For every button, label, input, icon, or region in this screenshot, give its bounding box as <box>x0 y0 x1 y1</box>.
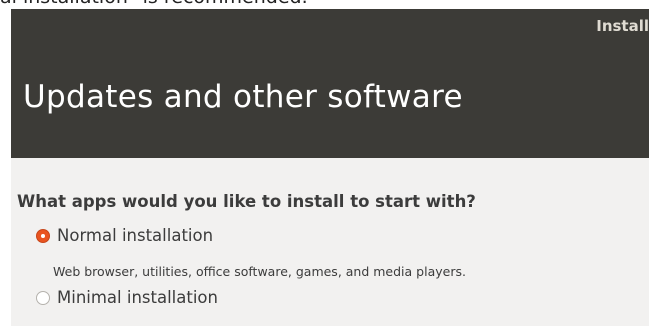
minimal-installation-option[interactable]: Minimal installation <box>36 288 218 307</box>
content-area: What apps would you like to install to s… <box>11 158 649 326</box>
window-title: Install <box>596 17 649 35</box>
minimal-installation-label[interactable]: Minimal installation <box>57 288 218 307</box>
page: al installation" is recommended. Install… <box>0 0 649 326</box>
installer-window: Install Updates and other software What … <box>11 9 649 326</box>
normal-installation-description: Web browser, utilities, office software,… <box>53 264 466 279</box>
apps-question-heading: What apps would you like to install to s… <box>17 192 476 211</box>
normal-installation-radio[interactable] <box>36 228 50 243</box>
header-bar: Install Updates and other software <box>11 9 649 158</box>
minimal-installation-radio[interactable] <box>36 290 50 305</box>
normal-installation-option[interactable]: Normal installation <box>36 226 213 245</box>
normal-installation-label[interactable]: Normal installation <box>57 226 213 245</box>
page-title: Updates and other software <box>23 79 463 115</box>
